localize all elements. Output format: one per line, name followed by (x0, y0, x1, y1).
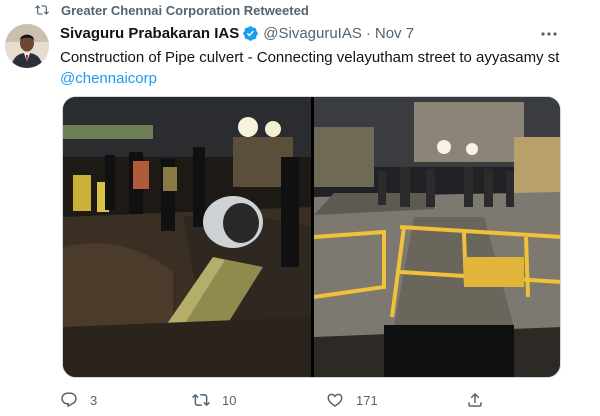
media-grid (62, 96, 561, 378)
avatar[interactable] (5, 24, 49, 68)
author-name[interactable]: Sivaguru Prabakaran IAS (60, 25, 239, 42)
tweet-body: Construction of Pipe culvert - Connectin… (60, 49, 560, 66)
reply-button[interactable]: 3 (60, 388, 97, 412)
mention-link[interactable]: @chennaicorp (60, 68, 590, 89)
header-separator: · (365, 24, 371, 42)
tweet-actions: 3 10 171 (60, 388, 500, 412)
tweet-date[interactable]: Nov 7 (375, 25, 414, 42)
tweet-text: Construction of Pipe culvert - Connectin… (60, 47, 590, 89)
retweet-count: 10 (222, 392, 237, 408)
reply-icon (61, 392, 77, 408)
like-count: 171 (356, 392, 378, 408)
retweet-banner: Greater Chennai Corporation Retweeted (0, 0, 600, 20)
photo-street-construction-night[interactable] (314, 97, 560, 377)
like-button[interactable]: 171 (326, 388, 378, 412)
retweet-banner-text[interactable]: Greater Chennai Corporation Retweeted (61, 3, 309, 18)
photo-pipe-culvert-night[interactable] (63, 97, 311, 377)
reply-count: 3 (90, 392, 98, 408)
author-handle[interactable]: @SivaguruIAS (263, 25, 362, 42)
retweet-action-icon (192, 393, 210, 407)
verified-badge-icon (243, 25, 259, 41)
retweet-button[interactable]: 10 (192, 388, 236, 412)
share-icon (468, 392, 482, 407)
retweet-icon (35, 5, 49, 15)
tweet-header: Sivaguru Prabakaran IAS @SivaguruIAS · N… (60, 24, 414, 42)
share-button[interactable] (466, 388, 496, 412)
more-options-icon[interactable] (540, 27, 558, 41)
heart-icon (327, 393, 343, 407)
